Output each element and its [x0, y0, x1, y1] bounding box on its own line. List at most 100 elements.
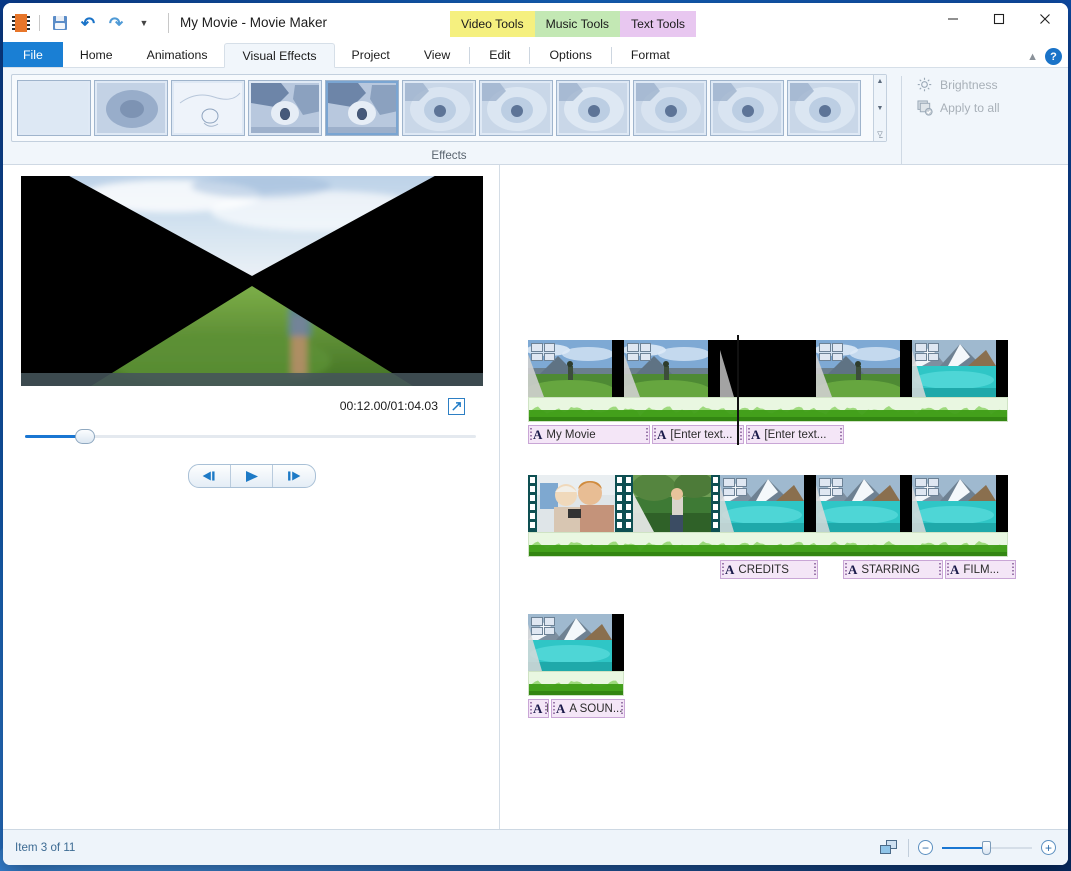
timeline-clip[interactable]: [720, 340, 816, 397]
quick-access-toolbar: ↶ ↷ ▼: [3, 12, 155, 34]
previous-frame-button[interactable]: [189, 465, 231, 487]
caption-clip[interactable]: A STARRING: [843, 560, 943, 579]
ribbon-body: ▲ ▼ ▽̲ Brightness Apply to all Effects: [3, 68, 1068, 165]
timeline-clip[interactable]: [912, 475, 1008, 532]
tab-file[interactable]: File: [3, 42, 63, 67]
timeline-clip[interactable]: [624, 475, 720, 532]
seek-handle[interactable]: [75, 429, 95, 444]
fullscreen-button[interactable]: [448, 397, 465, 415]
effect-thumbnail[interactable]: [787, 80, 861, 136]
tab-home[interactable]: Home: [63, 42, 130, 67]
caption-left-handle[interactable]: [722, 563, 724, 576]
caption-left-handle[interactable]: [845, 563, 847, 576]
caption-clip[interactable]: A My Movie: [528, 425, 650, 444]
timeline-clip[interactable]: [528, 614, 624, 671]
caption-right-handle[interactable]: [545, 702, 547, 715]
effect-thumbnail[interactable]: [94, 80, 168, 136]
minimize-button[interactable]: [930, 3, 976, 35]
thumbnail-size-button[interactable]: [880, 839, 899, 856]
effect-thumbnail[interactable]: [556, 80, 630, 136]
maximize-button[interactable]: [976, 3, 1022, 35]
tab-options[interactable]: Options: [532, 42, 608, 67]
next-frame-button[interactable]: [273, 465, 315, 487]
redo-button[interactable]: ↷: [105, 12, 127, 34]
tab-project[interactable]: Project: [335, 42, 407, 67]
undo-button[interactable]: ↶: [77, 12, 99, 34]
save-button[interactable]: [49, 12, 71, 34]
audio-waveform[interactable]: [528, 532, 1008, 557]
storyboard-panel[interactable]: A My Movie A [Enter text... A [Enter text... A…: [500, 165, 1068, 829]
caption-right-handle[interactable]: [740, 428, 742, 441]
zoom-slider[interactable]: [942, 840, 1032, 856]
caption-left-handle[interactable]: [947, 563, 949, 576]
timeline-clip[interactable]: [816, 340, 912, 397]
caption-left-handle[interactable]: [748, 428, 750, 441]
effect-thumbnail[interactable]: [171, 80, 245, 136]
caption-clip[interactable]: A [Enter text...: [746, 425, 844, 444]
effect-thumbnail[interactable]: [710, 80, 784, 136]
caption-clip[interactable]: A CREDITS: [720, 560, 818, 579]
caption-right-handle[interactable]: [840, 428, 842, 441]
caption-left-handle[interactable]: [654, 428, 656, 441]
play-button[interactable]: [231, 465, 273, 487]
more-effects-icon[interactable]: ▽̲: [877, 131, 882, 138]
caption-clip[interactable]: A [Enter text...: [652, 425, 744, 444]
gallery-scrollbar[interactable]: ▲ ▼ ▽̲: [873, 75, 886, 141]
caption-label: FILM...: [963, 563, 1000, 576]
seek-slider[interactable]: [25, 426, 476, 446]
close-button[interactable]: [1022, 3, 1068, 35]
zoom-in-button[interactable]: +: [1041, 840, 1056, 855]
customize-qat-button[interactable]: ▼: [133, 12, 155, 34]
clip-effect-badge-icon: [819, 478, 843, 496]
timeline-clip[interactable]: [624, 340, 720, 397]
tab-edit[interactable]: Edit: [472, 42, 527, 67]
caption-right-handle[interactable]: [646, 428, 648, 441]
caption-clip[interactable]: A FILM...: [945, 560, 1016, 579]
caption-right-handle[interactable]: [1012, 563, 1014, 576]
caption-strip: A My Movie A [Enter text... A [Enter text...: [528, 425, 1008, 444]
timeline-clip[interactable]: [720, 475, 816, 532]
caption-clip[interactable]: AF...: [528, 699, 549, 718]
caption-right-handle[interactable]: [621, 702, 623, 715]
context-tab-music-tools[interactable]: Music Tools: [534, 11, 621, 37]
caption-left-handle[interactable]: [530, 702, 532, 715]
caption-left-handle[interactable]: [530, 428, 532, 441]
divider: [529, 46, 531, 64]
timeline-playhead[interactable]: [737, 335, 739, 445]
preview-text-overlay[interactable]: [Enter text here]: [21, 373, 483, 386]
apply-to-all-button[interactable]: Apply to all: [916, 99, 1000, 116]
effect-thumbnail[interactable]: [479, 80, 553, 136]
caption-right-handle[interactable]: [939, 563, 941, 576]
context-tab-video-tools[interactable]: Video Tools: [450, 11, 535, 37]
tab-view[interactable]: View: [407, 42, 467, 67]
tab-format[interactable]: Format: [614, 42, 687, 67]
timeline-clip[interactable]: [816, 475, 912, 532]
effect-thumbnail[interactable]: [248, 80, 322, 136]
minimize-icon: [948, 18, 958, 20]
scroll-down-icon[interactable]: ▼: [877, 105, 884, 112]
effect-thumbnail[interactable]: [17, 80, 91, 136]
zoom-handle[interactable]: [982, 840, 991, 855]
caption-clip[interactable]: AA SOUN...: [551, 699, 625, 718]
effect-thumbnail[interactable]: [402, 80, 476, 136]
storyboard-row-3: AF...AA SOUN...: [528, 614, 625, 718]
context-tab-text-tools[interactable]: Text Tools: [620, 11, 696, 37]
timeline-clip[interactable]: [528, 340, 624, 397]
preview-monitor[interactable]: [Enter text here]: [21, 176, 483, 386]
scroll-up-icon[interactable]: ▲: [877, 78, 884, 85]
help-button[interactable]: ?: [1045, 48, 1062, 65]
effect-thumbnail[interactable]: [633, 80, 707, 136]
collapse-ribbon-icon[interactable]: ▲: [1027, 51, 1038, 63]
caption-right-handle[interactable]: [814, 563, 816, 576]
audio-waveform[interactable]: [528, 671, 624, 696]
caption-strip: A CREDITS A STARRING A FILM...: [528, 560, 1016, 579]
tab-animations[interactable]: Animations: [130, 42, 225, 67]
caption-left-handle[interactable]: [553, 702, 555, 715]
tab-visual-effects[interactable]: Visual Effects: [224, 43, 335, 68]
effect-thumbnail[interactable]: [325, 80, 399, 136]
timeline-clip[interactable]: [912, 340, 1008, 397]
zoom-out-button[interactable]: −: [918, 840, 933, 855]
audio-waveform[interactable]: [528, 397, 1008, 422]
brightness-button[interactable]: Brightness: [916, 76, 1000, 93]
timeline-clip[interactable]: [528, 475, 624, 532]
